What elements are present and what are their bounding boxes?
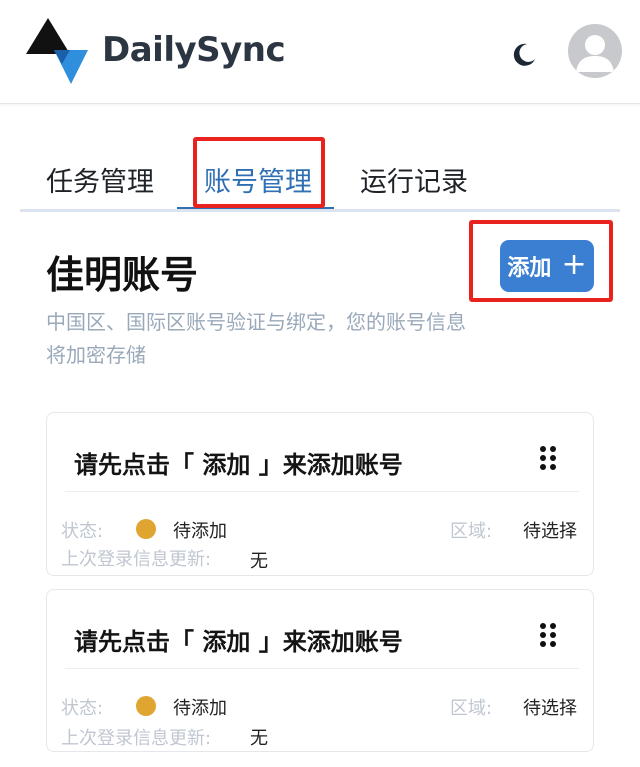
account-card-title: 请先点击「 添加 」来添加账号 xyxy=(74,628,403,656)
add-account-button[interactable]: 添加 + xyxy=(500,240,594,292)
region-value: 待选择 xyxy=(523,698,577,719)
section-description: 中国区、国际区账号验证与绑定，您的账号信息将加密存储 xyxy=(46,310,466,367)
plus-icon: + xyxy=(561,247,587,282)
drag-handle-icon[interactable] xyxy=(537,443,559,473)
moon-icon[interactable] xyxy=(508,40,538,70)
last-login-label: 上次登录信息更新: xyxy=(61,549,212,570)
card-divider xyxy=(65,668,579,669)
tab-account-management[interactable]: 账号管理 xyxy=(204,160,312,199)
account-card-title: 请先点击「 添加 」来添加账号 xyxy=(74,451,403,479)
last-login-label: 上次登录信息更新: xyxy=(61,728,212,749)
account-card: 请先点击「 添加 」来添加账号 状态: 待添加 区域: 待选择 上次登录信息更新… xyxy=(46,412,594,576)
tab-bar: 任务管理 账号管理 运行记录 xyxy=(20,150,620,212)
app-header: DailySync xyxy=(0,0,640,104)
app-brand-name[interactable]: DailySync xyxy=(102,30,286,70)
tab-run-log[interactable]: 运行记录 xyxy=(360,160,468,199)
account-card: 请先点击「 添加 」来添加账号 状态: 待添加 区域: 待选择 上次登录信息更新… xyxy=(46,589,594,752)
status-value: 待添加 xyxy=(173,698,227,719)
status-value: 待添加 xyxy=(173,521,227,542)
drag-handle-icon[interactable] xyxy=(537,620,559,650)
card-divider xyxy=(65,491,579,492)
last-login-value: 无 xyxy=(250,551,268,572)
status-indicator-icon xyxy=(136,519,156,539)
section-title: 佳明账号 xyxy=(46,253,199,297)
region-value: 待选择 xyxy=(523,521,577,542)
add-button-label: 添加 xyxy=(507,256,552,281)
status-indicator-icon xyxy=(136,696,156,716)
last-login-value: 无 xyxy=(250,728,268,749)
region-label: 区域: xyxy=(450,698,493,719)
user-avatar-icon[interactable] xyxy=(568,24,622,78)
status-label: 状态: xyxy=(61,698,104,719)
tab-bar-divider xyxy=(20,209,620,212)
dailysync-logo-icon xyxy=(26,18,88,84)
status-label: 状态: xyxy=(61,521,104,542)
tab-task-management[interactable]: 任务管理 xyxy=(46,160,154,199)
region-label: 区域: xyxy=(450,521,493,542)
